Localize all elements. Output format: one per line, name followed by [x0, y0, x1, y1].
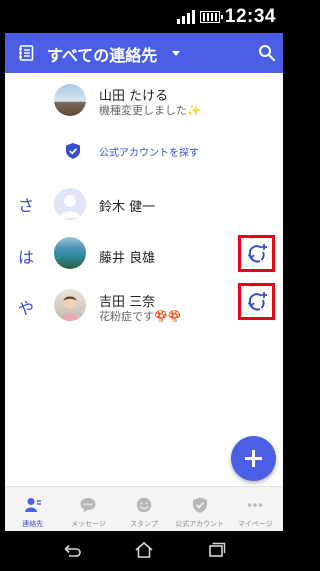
system-nav-bar	[0, 531, 288, 571]
status-bar: 12:34	[0, 0, 288, 33]
nav-label: 連絡先	[22, 520, 44, 528]
shield-check-icon	[66, 143, 80, 159]
official-account-icon	[192, 497, 207, 513]
find-official-account-link[interactable]: 公式アカウントを探す	[5, 141, 283, 161]
avatar	[54, 289, 86, 321]
nav-item-contacts[interactable]: 連絡先	[5, 487, 61, 531]
search-icon[interactable]	[258, 44, 276, 62]
contact-status: 花粉症です🍄🍄	[99, 310, 182, 323]
contact-row-yamada[interactable]: 山田 たける 機種変更しました✨	[5, 84, 283, 120]
nav-label: スタンプ	[130, 520, 158, 528]
nav-label: マイページ	[237, 520, 273, 528]
add-contact-button[interactable]	[231, 436, 276, 481]
nav-item-official-accounts[interactable]: 公式アカウント	[172, 487, 228, 531]
avatar	[54, 237, 86, 269]
nav-item-mypage[interactable]: マイページ	[227, 487, 283, 531]
nav-label: 公式アカウント	[175, 520, 225, 528]
contact-name: 鈴木 健一	[99, 200, 156, 215]
contacts-icon	[24, 498, 41, 512]
nav-item-stickers[interactable]: スタンプ	[116, 487, 172, 531]
avatar	[54, 188, 86, 220]
sync-add-icon	[247, 244, 267, 263]
sync-contact-button[interactable]	[238, 283, 275, 320]
more-icon	[247, 503, 263, 507]
contact-row-suzuki[interactable]: 鈴木 健一	[5, 188, 283, 220]
contacts-filter-title[interactable]: すべての連絡先	[47, 42, 157, 66]
back-icon[interactable]	[61, 540, 83, 560]
sync-add-icon	[247, 292, 267, 311]
nav-item-messages[interactable]: メッセージ	[61, 487, 117, 531]
app-bar: すべての連絡先	[5, 33, 283, 73]
contact-list: 山田 たける 機種変更しました✨ 公式アカウントを探す さ 鈴木 健一 は 藤井…	[5, 73, 283, 486]
home-icon[interactable]	[133, 540, 155, 560]
child-photo	[60, 295, 80, 321]
signal-icon	[177, 10, 195, 24]
contact-name: 藤井 良雄	[99, 251, 156, 266]
avatar	[54, 84, 86, 116]
clock: 12:34	[224, 6, 276, 27]
recent-apps-icon[interactable]	[205, 540, 227, 560]
default-avatar-icon	[59, 195, 81, 218]
bottom-nav: 連絡先 メッセージ スタンプ 公式アカウント マイページ	[5, 486, 283, 531]
battery-icon	[200, 11, 223, 23]
sync-contact-button[interactable]	[238, 235, 275, 272]
address-book-icon[interactable]	[19, 45, 34, 61]
message-icon	[80, 498, 96, 513]
find-official-account-label: 公式アカウントを探す	[99, 148, 199, 159]
nav-label: メッセージ	[70, 520, 106, 528]
chevron-down-icon[interactable]	[172, 51, 180, 56]
contact-status: 機種変更しました✨	[99, 104, 201, 117]
sticker-icon	[136, 497, 152, 513]
